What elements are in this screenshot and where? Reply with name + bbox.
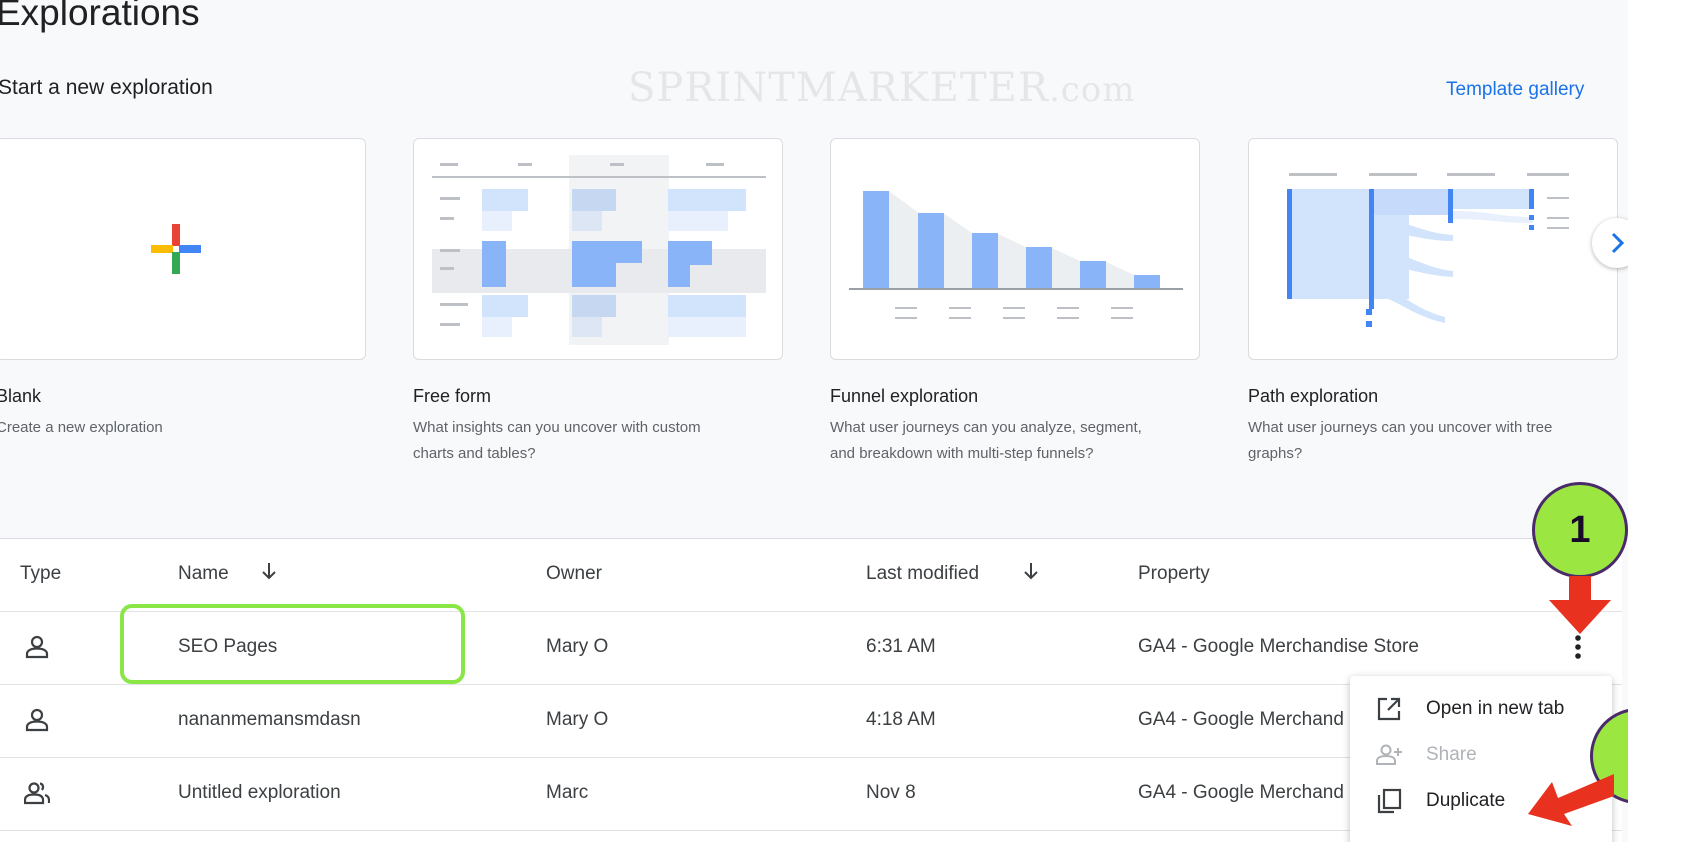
people-icon: [24, 782, 50, 805]
red-arrow-down-icon: [1549, 576, 1611, 634]
free-form-template-description-line2: charts and tables?: [413, 445, 536, 462]
row-last-modified: 4:18 AM: [866, 709, 936, 730]
column-header-property[interactable]: Property: [1138, 563, 1210, 585]
path-preview: [1287, 173, 1569, 327]
menu-item-open-in-new-tab[interactable]: Open in new tab: [1350, 686, 1612, 732]
menu-item-label: Duplicate: [1426, 790, 1506, 811]
free-form-template-description-line1: What insights can you uncover with custo…: [413, 419, 701, 436]
seo-pages-highlight: [120, 604, 465, 684]
row-last-modified: Nov 8: [866, 782, 916, 803]
sort-arrow-down-icon: [1024, 563, 1038, 580]
plus-icon: [151, 224, 201, 274]
blank-template-name: Blank: [0, 386, 42, 406]
row-property: GA4 - Google Merchandise Store: [1138, 636, 1419, 657]
path-template-description-line1: What user journeys can you uncover with …: [1248, 419, 1553, 436]
page-title: Explorations: [0, 0, 200, 33]
watermark-text: SPRINTMARKETER: [628, 65, 1049, 111]
free-form-preview: [432, 155, 766, 345]
person-icon: [25, 635, 49, 659]
watermark-suffix: .com: [1048, 70, 1136, 110]
column-header-name-label: Name: [178, 563, 229, 584]
sort-arrow-down-icon: [262, 563, 276, 580]
next-templates-button[interactable]: [1592, 218, 1628, 268]
funnel-template-description-line1: What user journeys can you analyze, segm…: [830, 419, 1142, 436]
explorations-page: Explorations Start a new exploration SPR…: [0, 0, 1628, 842]
column-header-owner[interactable]: Owner: [546, 563, 602, 585]
row-property: GA4 - Google Merchand: [1138, 782, 1344, 803]
menu-item-label: Open in new tab: [1426, 698, 1565, 719]
funnel-template-card[interactable]: [830, 138, 1200, 360]
annotation-badge-1: 1: [1532, 482, 1628, 578]
row-owner: Marc: [546, 782, 589, 803]
path-template-description-line2: graphs?: [1248, 445, 1303, 462]
table-header-row: Type Name Owner Last modified Property: [0, 539, 1622, 612]
funnel-preview: [849, 191, 1183, 319]
watermark: SPRINTMARKETER.com: [628, 65, 1136, 111]
template-gallery-link[interactable]: Template gallery: [1446, 79, 1584, 101]
column-header-type[interactable]: Type: [20, 563, 61, 585]
row-property: GA4 - Google Merchand: [1138, 709, 1344, 730]
duplicate-icon: [1377, 788, 1402, 814]
column-header-last-modified[interactable]: Last modified: [866, 563, 1038, 585]
path-template-name: Path exploration: [1248, 386, 1379, 406]
page-subtitle: Start a new exploration: [0, 76, 213, 99]
funnel-template-description-line2: and breakdown with multi-step funnels?: [830, 445, 1094, 462]
funnel-template-name: Funnel exploration: [830, 386, 979, 406]
row-owner: Mary O: [546, 636, 609, 657]
column-header-last-modified-label: Last modified: [866, 563, 980, 584]
person-icon: [25, 708, 49, 732]
red-arrow-left-icon: [1528, 774, 1614, 826]
column-header-name[interactable]: Name: [178, 563, 276, 585]
blank-template-card[interactable]: [0, 138, 366, 360]
share-person-add-icon: [1376, 744, 1402, 765]
row-last-modified: 6:31 AM: [866, 636, 936, 657]
row-name[interactable]: nananmemansmdasn: [178, 709, 361, 731]
row-name[interactable]: Untitled exploration: [178, 782, 341, 804]
open-in-new-icon: [1377, 697, 1401, 721]
free-form-template-card[interactable]: [413, 138, 783, 360]
chevron-right-icon: [1611, 232, 1625, 254]
menu-item-label: Share: [1426, 744, 1477, 765]
path-template-card[interactable]: [1248, 138, 1618, 360]
row-owner: Mary O: [546, 709, 609, 730]
free-form-template-name: Free form: [413, 386, 492, 406]
more-vert-icon[interactable]: [1568, 633, 1588, 663]
blank-template-description: Create a new exploration: [0, 419, 163, 436]
